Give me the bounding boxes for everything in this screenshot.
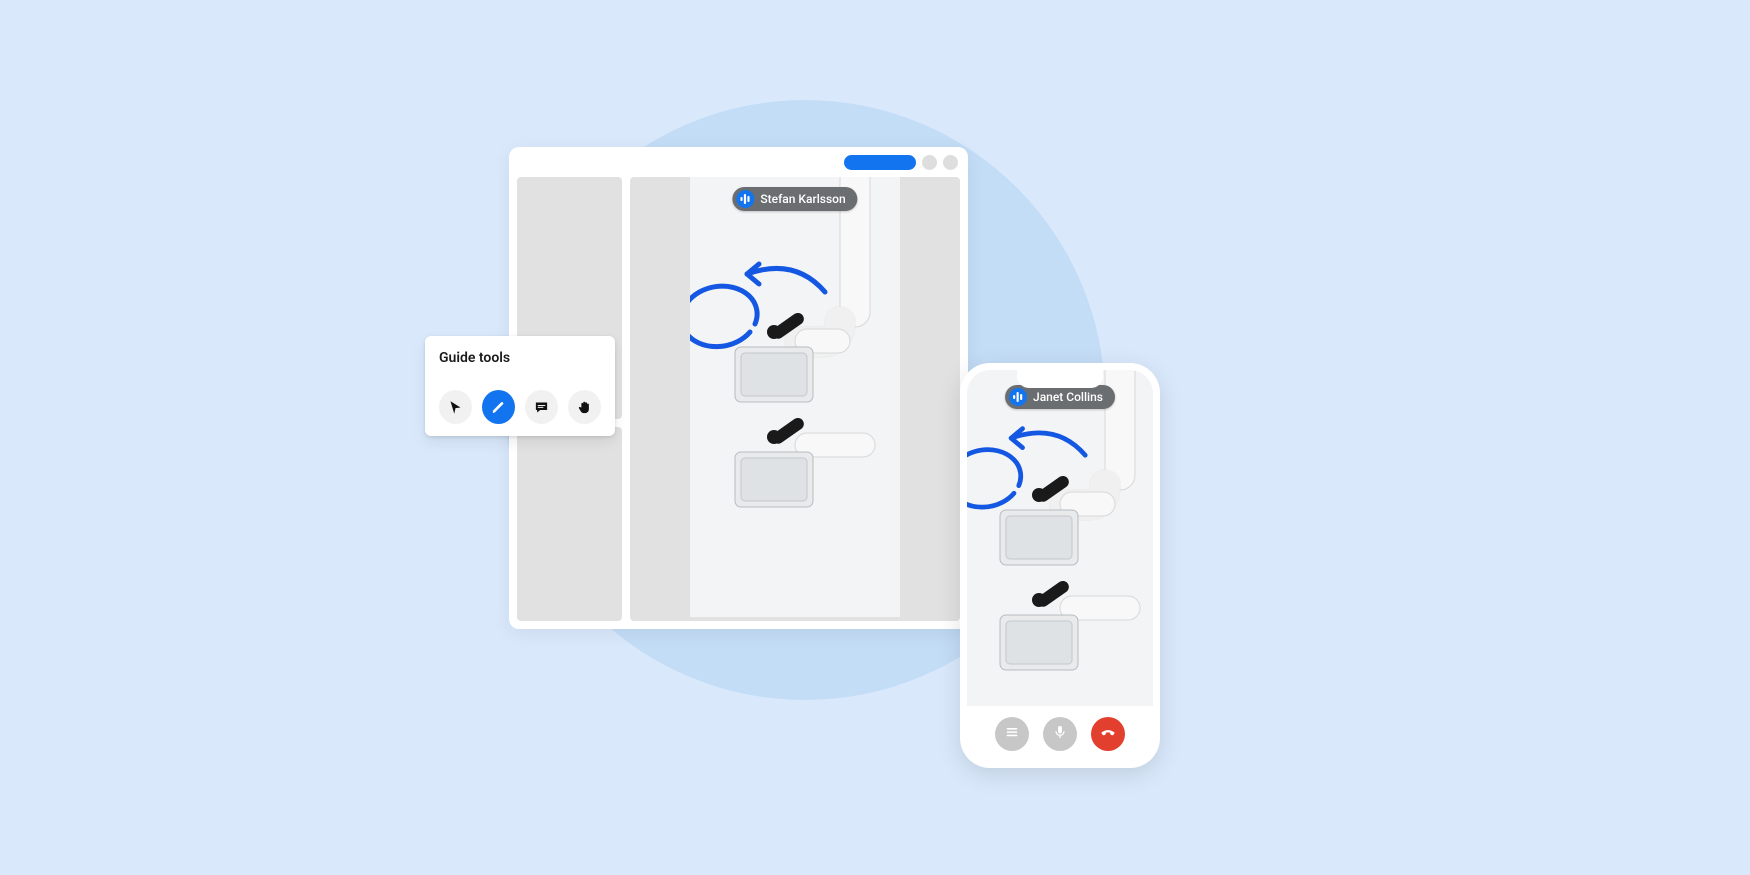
draw-tool-button[interactable]	[482, 390, 515, 424]
guide-tools-title: Guide tools	[439, 350, 601, 366]
mic-icon	[1052, 724, 1068, 744]
traffic-light-dot[interactable]	[922, 155, 937, 170]
chat-tool-button[interactable]	[525, 390, 558, 424]
hand-tool-button[interactable]	[568, 390, 601, 424]
hand-icon	[577, 400, 592, 415]
phone-frame: Janet Collins	[960, 363, 1160, 768]
hangup-icon	[1099, 723, 1117, 745]
speaking-indicator-icon	[1009, 388, 1027, 406]
speaker-name: Stefan Karlsson	[760, 192, 845, 206]
pointer-tool-button[interactable]	[439, 390, 472, 424]
hangup-button[interactable]	[1091, 717, 1125, 751]
url-bar[interactable]	[844, 155, 916, 170]
phone-notch	[1017, 370, 1103, 388]
menu-button[interactable]	[995, 717, 1029, 751]
menu-icon	[1004, 724, 1020, 744]
sidebar-panel[interactable]	[517, 427, 622, 621]
video-stage: Stefan Karlsson	[630, 177, 960, 621]
speaking-indicator-icon	[736, 190, 754, 208]
browser-title-bar	[509, 147, 968, 177]
chat-icon	[534, 400, 549, 415]
phone-screen: Janet Collins	[967, 370, 1153, 761]
guide-tools-row	[439, 390, 601, 424]
remote-video-feed	[690, 177, 900, 617]
speaker-badge: Stefan Karlsson	[732, 187, 857, 211]
cursor-icon	[448, 400, 463, 415]
traffic-light-dot[interactable]	[943, 155, 958, 170]
call-action-bar	[967, 706, 1153, 761]
speaker-badge: Janet Collins	[1005, 385, 1115, 409]
remote-video-feed	[967, 370, 1153, 760]
mute-button[interactable]	[1043, 717, 1077, 751]
guide-tools-panel: Guide tools	[425, 336, 615, 436]
pencil-icon	[491, 400, 506, 415]
speaker-name: Janet Collins	[1033, 390, 1103, 404]
